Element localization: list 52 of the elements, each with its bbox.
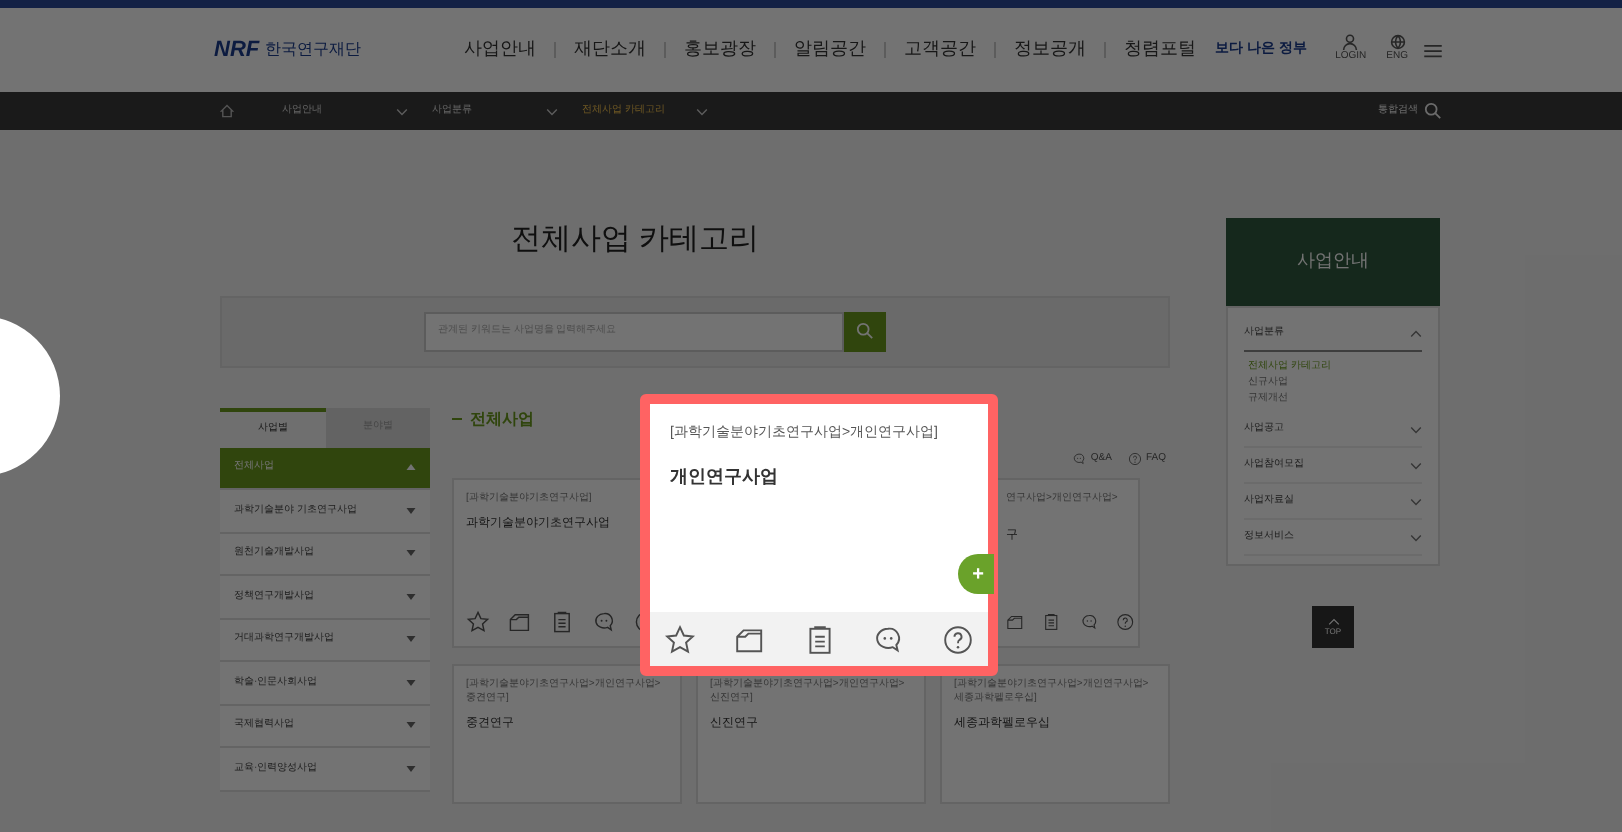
globe-icon[interactable]: [1389, 34, 1406, 51]
clipboard-icon[interactable]: [1042, 610, 1061, 634]
chevron-down-icon: [1410, 533, 1422, 541]
help-icon[interactable]: [942, 623, 974, 655]
help-icon[interactable]: [1115, 610, 1134, 634]
caret-down-icon: [406, 679, 416, 686]
clipboard-icon[interactable]: [803, 623, 835, 655]
caret-down-icon: [406, 550, 416, 557]
caret-down-icon: [406, 722, 416, 729]
logo-mark[interactable]: NRF: [214, 33, 260, 67]
side-panel-header: 사업안내: [1226, 218, 1440, 306]
caret-down-icon: [406, 507, 416, 514]
search-icon[interactable]: [1424, 102, 1442, 120]
star-icon[interactable]: [664, 623, 696, 655]
chat-icon[interactable]: [872, 623, 905, 655]
nav-link[interactable]: 청렴포털: [1124, 36, 1196, 64]
chat-icon[interactable]: [592, 610, 616, 634]
section-title: 전체사업: [470, 407, 534, 431]
caret-down-icon: [406, 636, 416, 643]
logo-text[interactable]: 한국연구재단: [265, 38, 362, 62]
nav-link[interactable]: 고객공간: [904, 36, 976, 64]
home-icon[interactable]: [220, 104, 234, 118]
chevron-down-icon: [1410, 461, 1422, 469]
caret-down-icon: [406, 765, 416, 772]
chat-icon[interactable]: [1079, 610, 1098, 634]
add-button[interactable]: +: [958, 554, 994, 594]
chat-icon: [1072, 451, 1087, 466]
help-icon: [1127, 451, 1142, 466]
menu-icon[interactable]: [1424, 43, 1442, 57]
search-button[interactable]: [844, 311, 886, 351]
chevron-down-icon: [1410, 497, 1422, 505]
chevron-down-icon: [696, 107, 708, 115]
star-icon[interactable]: [466, 610, 490, 634]
folder-icon[interactable]: [1006, 610, 1025, 634]
chevron-down-icon: [396, 107, 408, 115]
folder-icon[interactable]: [508, 610, 532, 634]
chevron-down-icon: [1410, 329, 1422, 337]
nav-link[interactable]: 재단소개: [574, 36, 646, 64]
chevron-down-icon: [546, 107, 558, 115]
nav-link[interactable]: 정보공개: [1014, 36, 1086, 64]
search-icon: [856, 322, 874, 340]
nav-link[interactable]: 홍보광장: [684, 36, 756, 64]
nav-link[interactable]: 사업안내: [464, 36, 536, 64]
nav-link[interactable]: 알림공간: [794, 36, 866, 64]
caret-down-icon: [406, 593, 416, 600]
clipboard-icon[interactable]: [550, 610, 574, 634]
folder-icon[interactable]: [733, 623, 766, 655]
caret-up-icon: [406, 464, 416, 471]
chevron-up-icon: [1327, 617, 1339, 625]
page-title: 전체사업 카테고리: [508, 220, 762, 260]
chevron-down-icon: [1410, 425, 1422, 433]
user-icon[interactable]: [1342, 34, 1359, 51]
